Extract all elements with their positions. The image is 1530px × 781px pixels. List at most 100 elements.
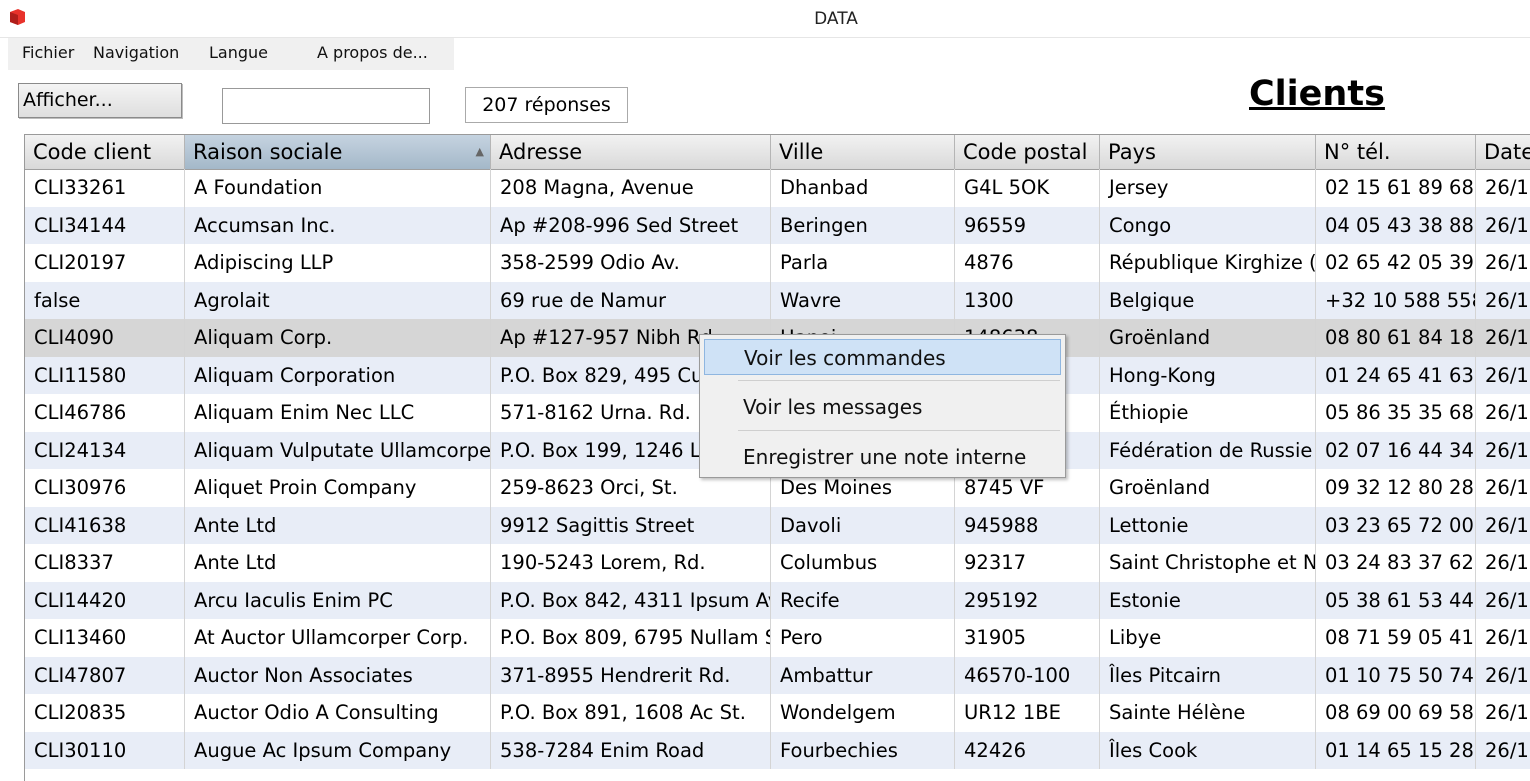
cell-code-postal: 31905 — [955, 619, 1100, 657]
context-menu: Voir les commandes Voir les messages Enr… — [699, 334, 1066, 478]
context-item-note-interne[interactable]: Enregistrer une note interne — [704, 439, 1061, 475]
cell-date: 26/11 — [1476, 694, 1530, 732]
cell-telephone: 01 14 65 15 28 — [1316, 731, 1476, 769]
search-input[interactable] — [222, 88, 430, 124]
column-header-label: Ville — [779, 140, 824, 164]
cell-pays: Fédération de Russie — [1100, 431, 1316, 469]
cell-telephone: 03 24 83 37 62 — [1316, 544, 1476, 582]
cell-raison-sociale: Aliquam Vulputate Ullamcorper — [185, 431, 491, 469]
cell-pays: Groënland — [1100, 469, 1316, 507]
column-header-pays[interactable]: Pays — [1100, 135, 1316, 169]
cell-adresse: P.O. Box 842, 4311 Ipsum Av. — [491, 581, 771, 619]
table-row[interactable]: CLI41638 Ante Ltd 9912 Sagittis Street Davo… — [25, 506, 1530, 544]
table-row[interactable]: CLI14420 Arcu Iaculis Enim PC P.O. Box 842… — [25, 581, 1530, 619]
cell-pays: Estonie — [1100, 581, 1316, 619]
table-row[interactable]: CLI34144 Accumsan Inc. Ap #208-996 Sed Str… — [25, 206, 1530, 244]
table-row[interactable]: false Agrolait 69 rue de Namur Wavre 1300 Bel… — [25, 281, 1530, 319]
result-count: 207 réponses — [465, 87, 628, 123]
cell-telephone: 04 05 43 38 88 — [1316, 206, 1476, 244]
cell-code-client: CLI47807 — [25, 656, 185, 694]
cell-raison-sociale: Accumsan Inc. — [185, 206, 491, 244]
context-item-voir-messages[interactable]: Voir les messages — [704, 389, 1061, 425]
menu-langue[interactable]: Langue — [209, 43, 268, 62]
cell-ville: Fourbechies — [771, 731, 955, 769]
cell-date: 26/11 — [1476, 319, 1530, 357]
cell-code-postal: 945988 — [955, 506, 1100, 544]
cell-raison-sociale: Aliquet Proin Company — [185, 469, 491, 507]
cell-pays: Saint Christophe et Niévès — [1100, 544, 1316, 582]
cell-adresse: 190-5243 Lorem, Rd. — [491, 544, 771, 582]
context-separator — [738, 380, 1060, 381]
cell-ville: Wavre — [771, 281, 955, 319]
cell-raison-sociale: Aliquam Enim Nec LLC — [185, 394, 491, 432]
table-row[interactable]: CLI20197 Adipiscing LLP 358-2599 Odio Av. P… — [25, 244, 1530, 282]
cell-telephone: 02 65 42 05 39 — [1316, 244, 1476, 282]
column-header-adresse[interactable]: Adresse — [491, 135, 771, 169]
column-header-raison-sociale[interactable]: Raison sociale ▲ — [185, 135, 491, 169]
cell-telephone: 03 23 65 72 00 — [1316, 506, 1476, 544]
menu-navigation[interactable]: Navigation — [93, 43, 179, 62]
cell-raison-sociale: Ante Ltd — [185, 506, 491, 544]
cell-code-client: CLI30110 — [25, 731, 185, 769]
cell-pays: Congo — [1100, 206, 1316, 244]
cell-code-client: CLI11580 — [25, 356, 185, 394]
cell-code-client: CLI46786 — [25, 394, 185, 432]
cell-date: 26/11 — [1476, 394, 1530, 432]
menu-fichier[interactable]: Fichier — [22, 43, 74, 62]
table-row[interactable]: CLI8337 Ante Ltd 190-5243 Lorem, Rd. Columb… — [25, 544, 1530, 582]
column-header-code-postal[interactable]: Code postal — [955, 135, 1100, 169]
column-header-label: N° tél. — [1324, 140, 1391, 164]
cell-code-client: CLI20835 — [25, 694, 185, 732]
cell-code-client: false — [25, 281, 185, 319]
cell-telephone: 01 10 75 50 74 — [1316, 656, 1476, 694]
table-row[interactable]: CLI20835 Auctor Odio A Consulting P.O. Box… — [25, 694, 1530, 732]
table-row[interactable]: CLI33261 A Foundation 208 Magna, Avenue Dha… — [25, 169, 1530, 207]
cell-telephone: 02 15 61 89 68 — [1316, 169, 1476, 207]
window-title: DATA — [814, 9, 858, 29]
cell-pays: Belgique — [1100, 281, 1316, 319]
cell-adresse: Ap #208-996 Sed Street — [491, 206, 771, 244]
table-row[interactable]: CLI30110 Augue Ac Ipsum Company 538-7284 E… — [25, 731, 1530, 770]
column-header-label: Code postal — [963, 140, 1088, 164]
cell-date: 26/11 — [1476, 169, 1530, 207]
cell-ville: Beringen — [771, 206, 955, 244]
cell-code-postal: 295192 — [955, 581, 1100, 619]
cell-telephone: 09 32 12 80 28 — [1316, 469, 1476, 507]
cell-raison-sociale: Aliquam Corporation — [185, 356, 491, 394]
cell-ville: Davoli — [771, 506, 955, 544]
cell-code-client: CLI33261 — [25, 169, 185, 207]
cell-code-client: CLI30976 — [25, 469, 185, 507]
cell-adresse: P.O. Box 809, 6795 Nullam St. — [491, 619, 771, 657]
menu-a-propos[interactable]: A propos de... — [317, 43, 428, 62]
column-header-date[interactable]: Date — [1476, 135, 1530, 169]
column-header-code-client[interactable]: Code client — [25, 135, 185, 169]
cell-ville: Ambattur — [771, 656, 955, 694]
cell-raison-sociale: Auctor Odio A Consulting — [185, 694, 491, 732]
cell-raison-sociale: Augue Ac Ipsum Company — [185, 731, 491, 769]
cell-telephone: 08 80 61 84 18 — [1316, 319, 1476, 357]
column-header-telephone[interactable]: N° tél. — [1316, 135, 1476, 169]
context-item-voir-commandes[interactable]: Voir les commandes — [704, 339, 1061, 375]
cell-date: 26/11 — [1476, 432, 1530, 470]
cell-date: 26/11 — [1476, 732, 1530, 770]
column-header-label: Code client — [33, 140, 152, 164]
cell-ville: Pero — [771, 619, 955, 657]
menu-bar: Fichier Navigation Langue A propos de... — [8, 38, 454, 70]
cell-telephone: +32 10 588 558 — [1316, 281, 1476, 319]
cell-adresse: 358-2599 Odio Av. — [491, 244, 771, 282]
cell-pays: Groënland — [1100, 319, 1316, 357]
cell-adresse: 538-7284 Enim Road — [491, 731, 771, 769]
cell-code-client: CLI41638 — [25, 506, 185, 544]
cell-code-postal: 1300 — [955, 281, 1100, 319]
column-header-ville[interactable]: Ville — [771, 135, 955, 169]
cell-pays: Îles Pitcairn — [1100, 656, 1316, 694]
cell-pays: Libye — [1100, 619, 1316, 657]
afficher-button[interactable]: Afficher... — [18, 83, 182, 118]
table-row[interactable]: CLI47807 Auctor Non Associates 371-8955 He… — [25, 656, 1530, 694]
column-header-label: Pays — [1108, 140, 1156, 164]
cell-code-postal: 42426 — [955, 731, 1100, 769]
cell-ville: Recife — [771, 581, 955, 619]
cell-code-client: CLI13460 — [25, 619, 185, 657]
cell-code-client: CLI34144 — [25, 206, 185, 244]
table-row[interactable]: CLI13460 At Auctor Ullamcorper Corp. P.O. … — [25, 619, 1530, 657]
